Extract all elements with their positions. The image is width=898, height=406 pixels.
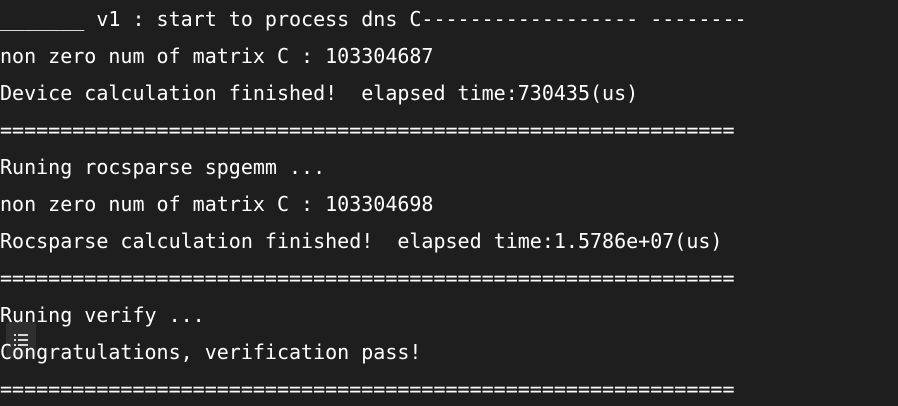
separator-line: ========================================…	[0, 118, 735, 142]
output-line-rocsparse-running: Runing rocsparse spgemm ...	[0, 155, 326, 179]
output-line-rocsparse-finished: Rocsparse calculation finished! elapsed …	[0, 229, 723, 253]
separator-line: ========================================…	[0, 266, 735, 290]
output-line-verify-pass: Congratulations, verification pass!	[0, 340, 422, 364]
output-line-nnz-device: non zero num of matrix C : 103304687	[0, 44, 434, 68]
separator-line: ========================================…	[0, 377, 735, 401]
list-menu-icon[interactable]	[6, 322, 36, 358]
output-line-nnz-rocsparse: non zero num of matrix C : 103304698	[0, 192, 434, 216]
output-line-device-finished: Device calculation finished! elapsed tim…	[0, 81, 639, 105]
list-menu-glyph	[14, 334, 28, 346]
output-line-header: _______ v1 : start to process dns C-----…	[0, 7, 747, 31]
terminal-output: _______ v1 : start to process dns C-----…	[0, 0, 898, 406]
